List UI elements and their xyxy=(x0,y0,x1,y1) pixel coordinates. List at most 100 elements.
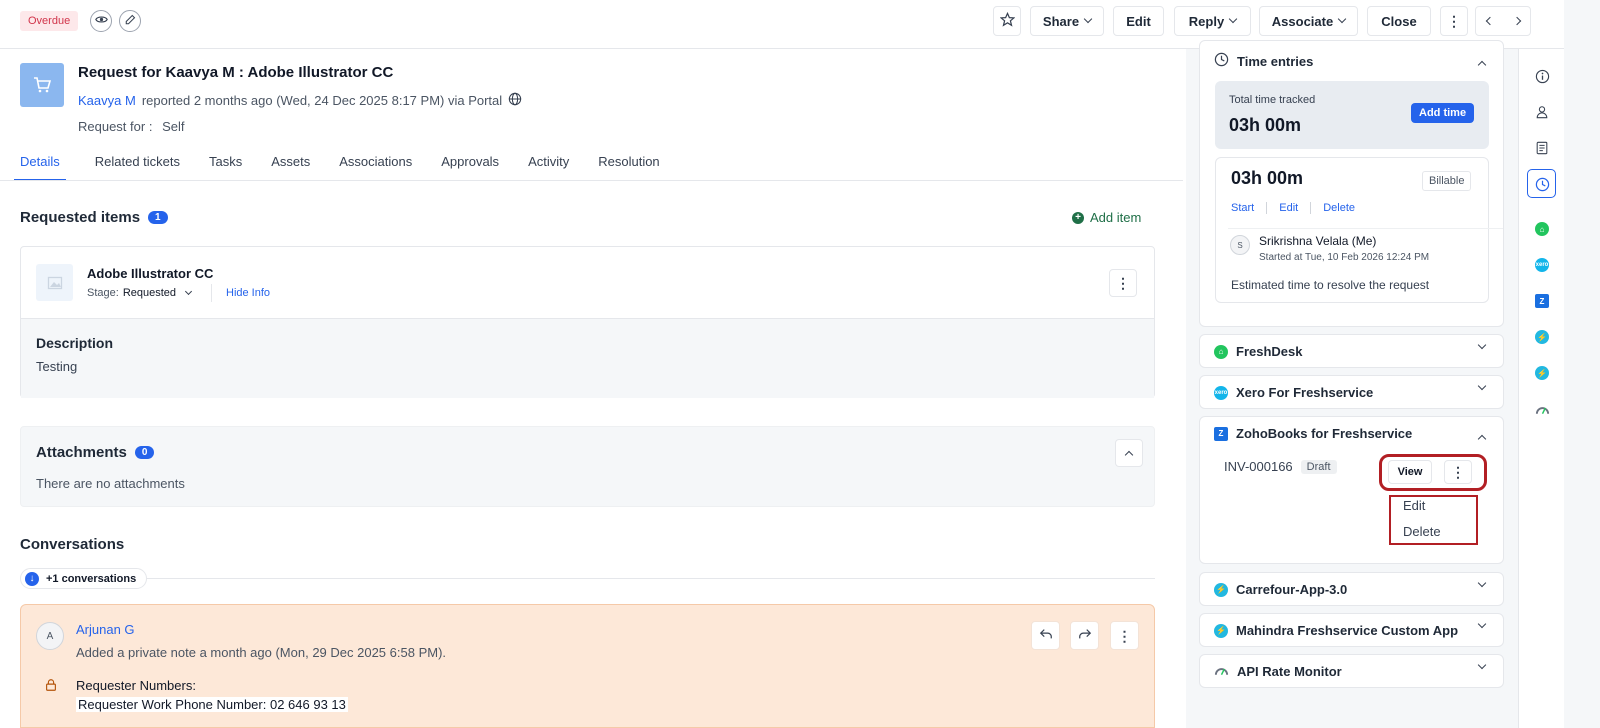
invoice-number: INV-000166 xyxy=(1224,459,1293,474)
chevron-right-icon[interactable] xyxy=(1512,16,1521,26)
divider xyxy=(1310,202,1312,214)
hide-info-link[interactable]: Hide Info xyxy=(226,287,270,299)
chevron-up-icon[interactable] xyxy=(1477,60,1487,70)
chevron-down-icon xyxy=(1337,14,1347,24)
clock-icon xyxy=(1214,52,1229,70)
reply-note-button[interactable] xyxy=(1031,621,1060,650)
edit-label: Edit xyxy=(1126,13,1151,29)
more-icon: ⋮ xyxy=(1117,627,1132,644)
star-icon xyxy=(999,11,1015,30)
avatar: A xyxy=(36,622,64,650)
status-badge: Overdue xyxy=(20,11,79,31)
tabs-divider xyxy=(0,180,1183,181)
app-mahindra[interactable]: ⚡ Mahindra Freshservice Custom App xyxy=(1199,613,1504,647)
scrollbar[interactable] xyxy=(1564,0,1600,728)
app-title: FreshDesk xyxy=(1236,344,1303,359)
attachments-section: Attachments 0 There are no attachments xyxy=(20,426,1155,507)
requested-items-heading: Requested items 1 xyxy=(20,209,168,226)
private-note-card: A Arjunan G Added a private note a month… xyxy=(20,604,1155,728)
app-xero[interactable]: xero Xero For Freshservice xyxy=(1199,375,1504,409)
chevron-down-icon xyxy=(1477,381,1487,391)
lightning-icon: ⚡ xyxy=(1214,623,1228,638)
tab-activity[interactable]: Activity xyxy=(528,145,569,181)
note-more-button[interactable]: ⋮ xyxy=(1110,621,1139,650)
app-header: xero Xero For Freshservice xyxy=(1214,385,1373,400)
time-entries-header[interactable]: Time entries xyxy=(1214,52,1313,70)
forward-icon xyxy=(1078,627,1092,644)
note-line: Requester Work Phone Number: 02 646 93 1… xyxy=(76,697,348,712)
add-item-button[interactable]: + Add item xyxy=(1072,210,1141,225)
notes-icon[interactable] xyxy=(1534,140,1550,156)
xero-icon[interactable]: xero xyxy=(1534,257,1550,273)
tab-approvals[interactable]: Approvals xyxy=(441,145,499,181)
app-title: Mahindra Freshservice Custom App xyxy=(1236,623,1459,638)
app-carrefour[interactable]: ⚡ Carrefour-App-3.0 xyxy=(1199,572,1504,606)
close-button[interactable]: Close xyxy=(1367,6,1431,36)
app-freshdesk[interactable]: ⌂ FreshDesk xyxy=(1199,334,1504,368)
app-title: Carrefour-App-3.0 xyxy=(1236,582,1348,597)
request-for: Request for : Self xyxy=(78,119,184,134)
app-header: ⚡ Mahindra Freshservice Custom App xyxy=(1214,623,1458,638)
forward-note-button[interactable] xyxy=(1070,621,1099,650)
tab-tasks[interactable]: Tasks xyxy=(209,145,242,181)
watch-button[interactable] xyxy=(90,10,112,32)
edit-button[interactable]: Edit xyxy=(1113,6,1164,36)
service-request-icon xyxy=(20,63,64,107)
item-more-button[interactable]: ⋮ xyxy=(1109,269,1137,297)
menu-item-delete[interactable]: Delete xyxy=(1403,524,1441,539)
time-entry: 03h 00m Billable Start Edit Delete S Sri… xyxy=(1215,157,1503,303)
app-header: ⌂ FreshDesk xyxy=(1214,344,1302,359)
highlight-box xyxy=(1379,454,1487,491)
xero-icon: xero xyxy=(1214,385,1228,400)
more-conversations-label: +1 conversations xyxy=(46,572,137,585)
request-for-value: Self xyxy=(162,119,185,134)
more-conversations-button[interactable]: ↓ +1 conversations xyxy=(20,568,148,589)
add-time-button[interactable]: Add time xyxy=(1411,103,1475,123)
stage-value: Requested xyxy=(122,287,177,299)
note-author-link[interactable]: Arjunan G xyxy=(76,622,135,637)
chevron-up-icon[interactable] xyxy=(1477,434,1487,444)
ticket-pager xyxy=(1475,6,1531,36)
add-item-label: Add item xyxy=(1090,210,1142,225)
chevron-down-icon xyxy=(1228,14,1238,24)
divider xyxy=(211,284,212,302)
user-icon[interactable] xyxy=(1534,104,1550,120)
app-header[interactable]: Z ZohoBooks for Freshservice xyxy=(1214,426,1412,441)
divider xyxy=(1266,202,1268,214)
item-stage[interactable]: Stage: Requested xyxy=(87,287,193,299)
edit-entry-link[interactable]: Edit xyxy=(1279,202,1298,214)
reply-button[interactable]: Reply xyxy=(1174,6,1251,36)
app-api-rate-monitor[interactable]: API Rate Monitor xyxy=(1199,654,1504,688)
edit-title-button[interactable] xyxy=(119,10,141,32)
tab-resolution[interactable]: Resolution xyxy=(598,145,659,181)
requester-link[interactable]: Kaavya M xyxy=(78,93,136,108)
more-actions-button[interactable]: ⋮ xyxy=(1440,6,1468,36)
zohobooks-icon: Z xyxy=(1214,426,1228,441)
associate-button[interactable]: Associate xyxy=(1259,6,1358,36)
tab-associations[interactable]: Associations xyxy=(339,145,412,181)
lightning-icon[interactable]: ⚡ xyxy=(1534,365,1550,381)
lightning-icon[interactable]: ⚡ xyxy=(1534,329,1550,345)
start-timer-link[interactable]: Start xyxy=(1231,202,1254,214)
menu-item-edit[interactable]: Edit xyxy=(1403,498,1425,513)
collapse-attachments-button[interactable] xyxy=(1115,439,1143,467)
chevron-left-icon[interactable] xyxy=(1485,16,1494,26)
gauge-icon[interactable] xyxy=(1534,401,1550,417)
tab-assets[interactable]: Assets xyxy=(271,145,310,181)
tab-details[interactable]: Details xyxy=(14,145,66,181)
tab-related-tickets[interactable]: Related tickets xyxy=(95,145,180,181)
share-button[interactable]: Share xyxy=(1030,6,1104,36)
clock-icon[interactable] xyxy=(1534,176,1550,192)
chevron-down-icon xyxy=(1477,340,1487,350)
plus-icon: + xyxy=(1072,211,1084,224)
chevron-up-icon xyxy=(1124,450,1134,460)
zohobooks-icon[interactable]: Z xyxy=(1534,293,1550,309)
reported-text: reported 2 months ago (Wed, 24 Dec 2025 … xyxy=(141,93,503,108)
entry-duration: 03h 00m xyxy=(1231,168,1304,188)
info-icon[interactable] xyxy=(1534,68,1550,84)
estimate-text: Estimated time to resolve the request xyxy=(1231,278,1430,292)
delete-entry-link[interactable]: Delete xyxy=(1323,202,1355,214)
freshdesk-icon[interactable]: ⌂ xyxy=(1534,221,1550,237)
ticket-title: Request for Kaavya M : Adobe Illustrator… xyxy=(78,64,394,81)
favorite-button[interactable] xyxy=(993,6,1021,36)
